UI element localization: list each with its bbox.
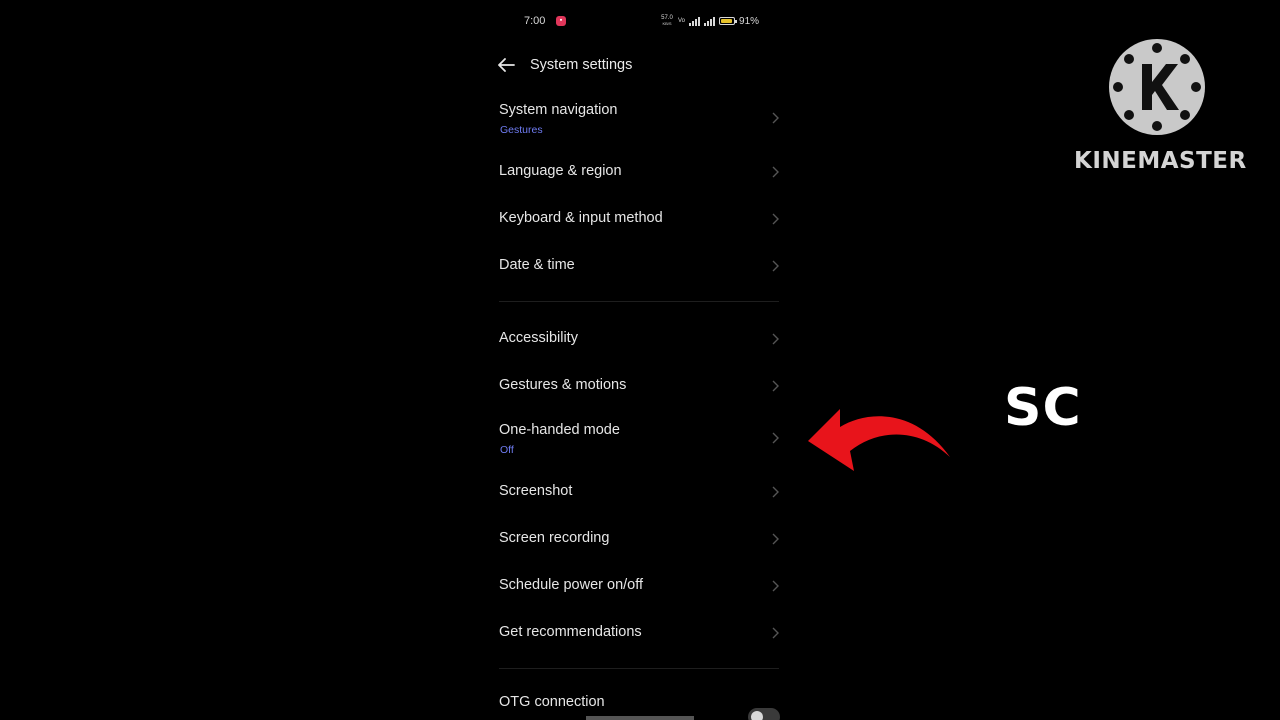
kinemaster-wordmark: KINEMASTER xyxy=(1074,148,1247,174)
settings-item-schedule-power[interactable]: Schedule power on/off xyxy=(480,564,800,608)
settings-item-label: Date & time xyxy=(499,257,575,273)
chevron-right-icon xyxy=(772,580,779,592)
red-arrow-icon xyxy=(808,409,950,471)
phone-screen: 7:00 ▪ 57.0 KB/S Vo 91% System settings … xyxy=(480,0,800,720)
settings-item-label: Accessibility xyxy=(499,330,578,346)
settings-item-screenshot[interactable]: Screenshot xyxy=(480,470,800,514)
battery-percent: 91% xyxy=(739,15,760,27)
video-frame: 7:00 ▪ 57.0 KB/S Vo 91% System settings … xyxy=(0,0,1280,720)
notification-icon: ▪ xyxy=(556,16,566,26)
app-header: System settings xyxy=(480,50,800,80)
kinemaster-logo-icon xyxy=(1109,39,1205,135)
status-time: 7:00 xyxy=(524,15,546,27)
settings-item-one-handed-mode[interactable]: One-handed mode Off xyxy=(480,416,800,464)
chevron-right-icon xyxy=(772,533,779,545)
chevron-right-icon xyxy=(772,166,779,178)
status-bar: 7:00 ▪ 57.0 KB/S Vo 91% xyxy=(480,12,800,32)
chevron-right-icon xyxy=(772,380,779,392)
chevron-right-icon xyxy=(772,112,779,124)
settings-item-label: Language & region xyxy=(499,163,622,179)
settings-item-language-region[interactable]: Language & region xyxy=(480,150,800,194)
settings-item-gestures-motions[interactable]: Gestures & motions xyxy=(480,364,800,408)
settings-item-sub: Off xyxy=(500,444,514,456)
settings-item-label: Get recommendations xyxy=(499,624,642,640)
chevron-right-icon xyxy=(772,333,779,345)
battery-fill xyxy=(721,19,732,23)
signal-icon-2 xyxy=(704,16,716,26)
settings-item-label: Keyboard & input method xyxy=(499,210,663,226)
back-arrow-icon[interactable] xyxy=(496,56,516,74)
network-speed-unit: KB/S xyxy=(662,21,672,26)
settings-item-label: One-handed mode xyxy=(499,422,620,438)
section-divider xyxy=(499,301,779,302)
network-speed: 57.0 KB/S xyxy=(660,15,674,27)
overlay-caption: SC xyxy=(1004,378,1082,438)
settings-item-label: OTG connection xyxy=(499,694,605,710)
settings-item-sub: Gestures xyxy=(500,124,543,136)
battery-icon xyxy=(719,17,738,25)
settings-item-label: Screen recording xyxy=(499,530,610,546)
settings-item-label: Schedule power on/off xyxy=(499,577,644,593)
chevron-right-icon xyxy=(772,627,779,639)
section-divider xyxy=(499,668,779,669)
otg-toggle[interactable] xyxy=(748,708,780,720)
chevron-right-icon xyxy=(772,486,779,498)
chevron-right-icon xyxy=(772,260,779,272)
settings-item-screen-recording[interactable]: Screen recording xyxy=(480,517,800,561)
otg-subtitle-redacted xyxy=(586,716,694,720)
settings-item-date-time[interactable]: Date & time xyxy=(480,244,800,288)
settings-item-label: Screenshot xyxy=(499,483,573,499)
signal-icon xyxy=(689,16,701,26)
chevron-right-icon xyxy=(772,213,779,225)
toggle-knob xyxy=(751,711,763,720)
settings-item-keyboard-input[interactable]: Keyboard & input method xyxy=(480,197,800,241)
page-title: System settings xyxy=(530,57,633,73)
status-indicators: 57.0 KB/S Vo 91% xyxy=(660,15,759,27)
settings-item-get-recommendations[interactable]: Get recommendations xyxy=(480,611,800,655)
settings-item-system-navigation[interactable]: System navigation Gestures xyxy=(480,96,800,144)
settings-item-accessibility[interactable]: Accessibility xyxy=(480,317,800,361)
volte-icon: Vo xyxy=(678,18,686,24)
chevron-right-icon xyxy=(772,432,779,444)
settings-item-label: Gestures & motions xyxy=(499,377,627,393)
settings-item-label: System navigation xyxy=(499,102,618,118)
